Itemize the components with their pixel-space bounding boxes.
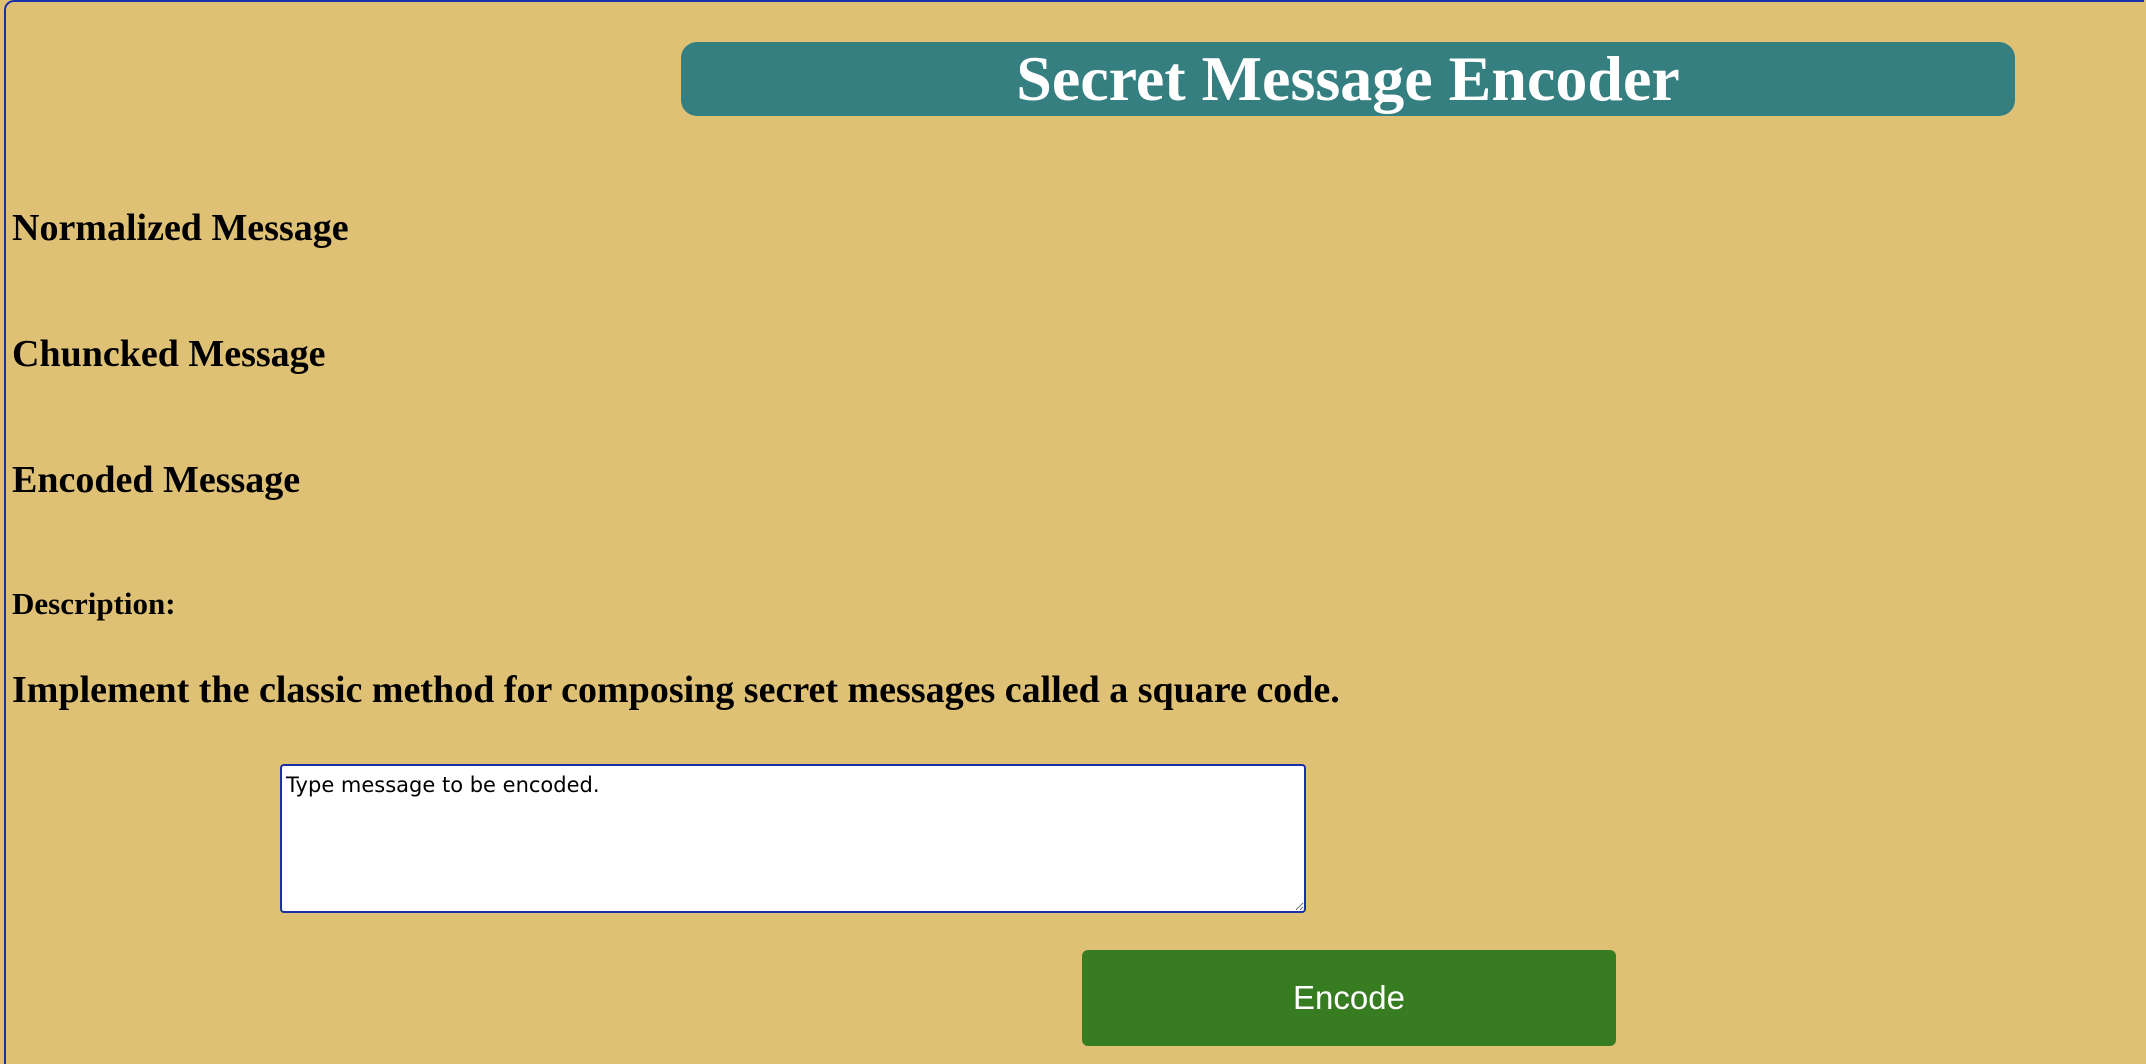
encoded-message-heading: Encoded Message (12, 459, 301, 501)
page-title: Secret Message Encoder (1016, 43, 1680, 114)
message-input[interactable] (280, 764, 1306, 913)
title-banner: Secret Message Encoder (681, 42, 2015, 116)
description-label: Description: (12, 586, 176, 621)
normalized-message-heading: Normalized Message (12, 207, 349, 249)
app-page: Secret Message Encoder Normalized Messag… (4, 0, 2144, 1064)
encode-button[interactable]: Encode (1082, 950, 1616, 1046)
chunked-message-heading: Chuncked Message (12, 333, 326, 375)
description-text: Implement the classic method for composi… (12, 669, 1340, 711)
